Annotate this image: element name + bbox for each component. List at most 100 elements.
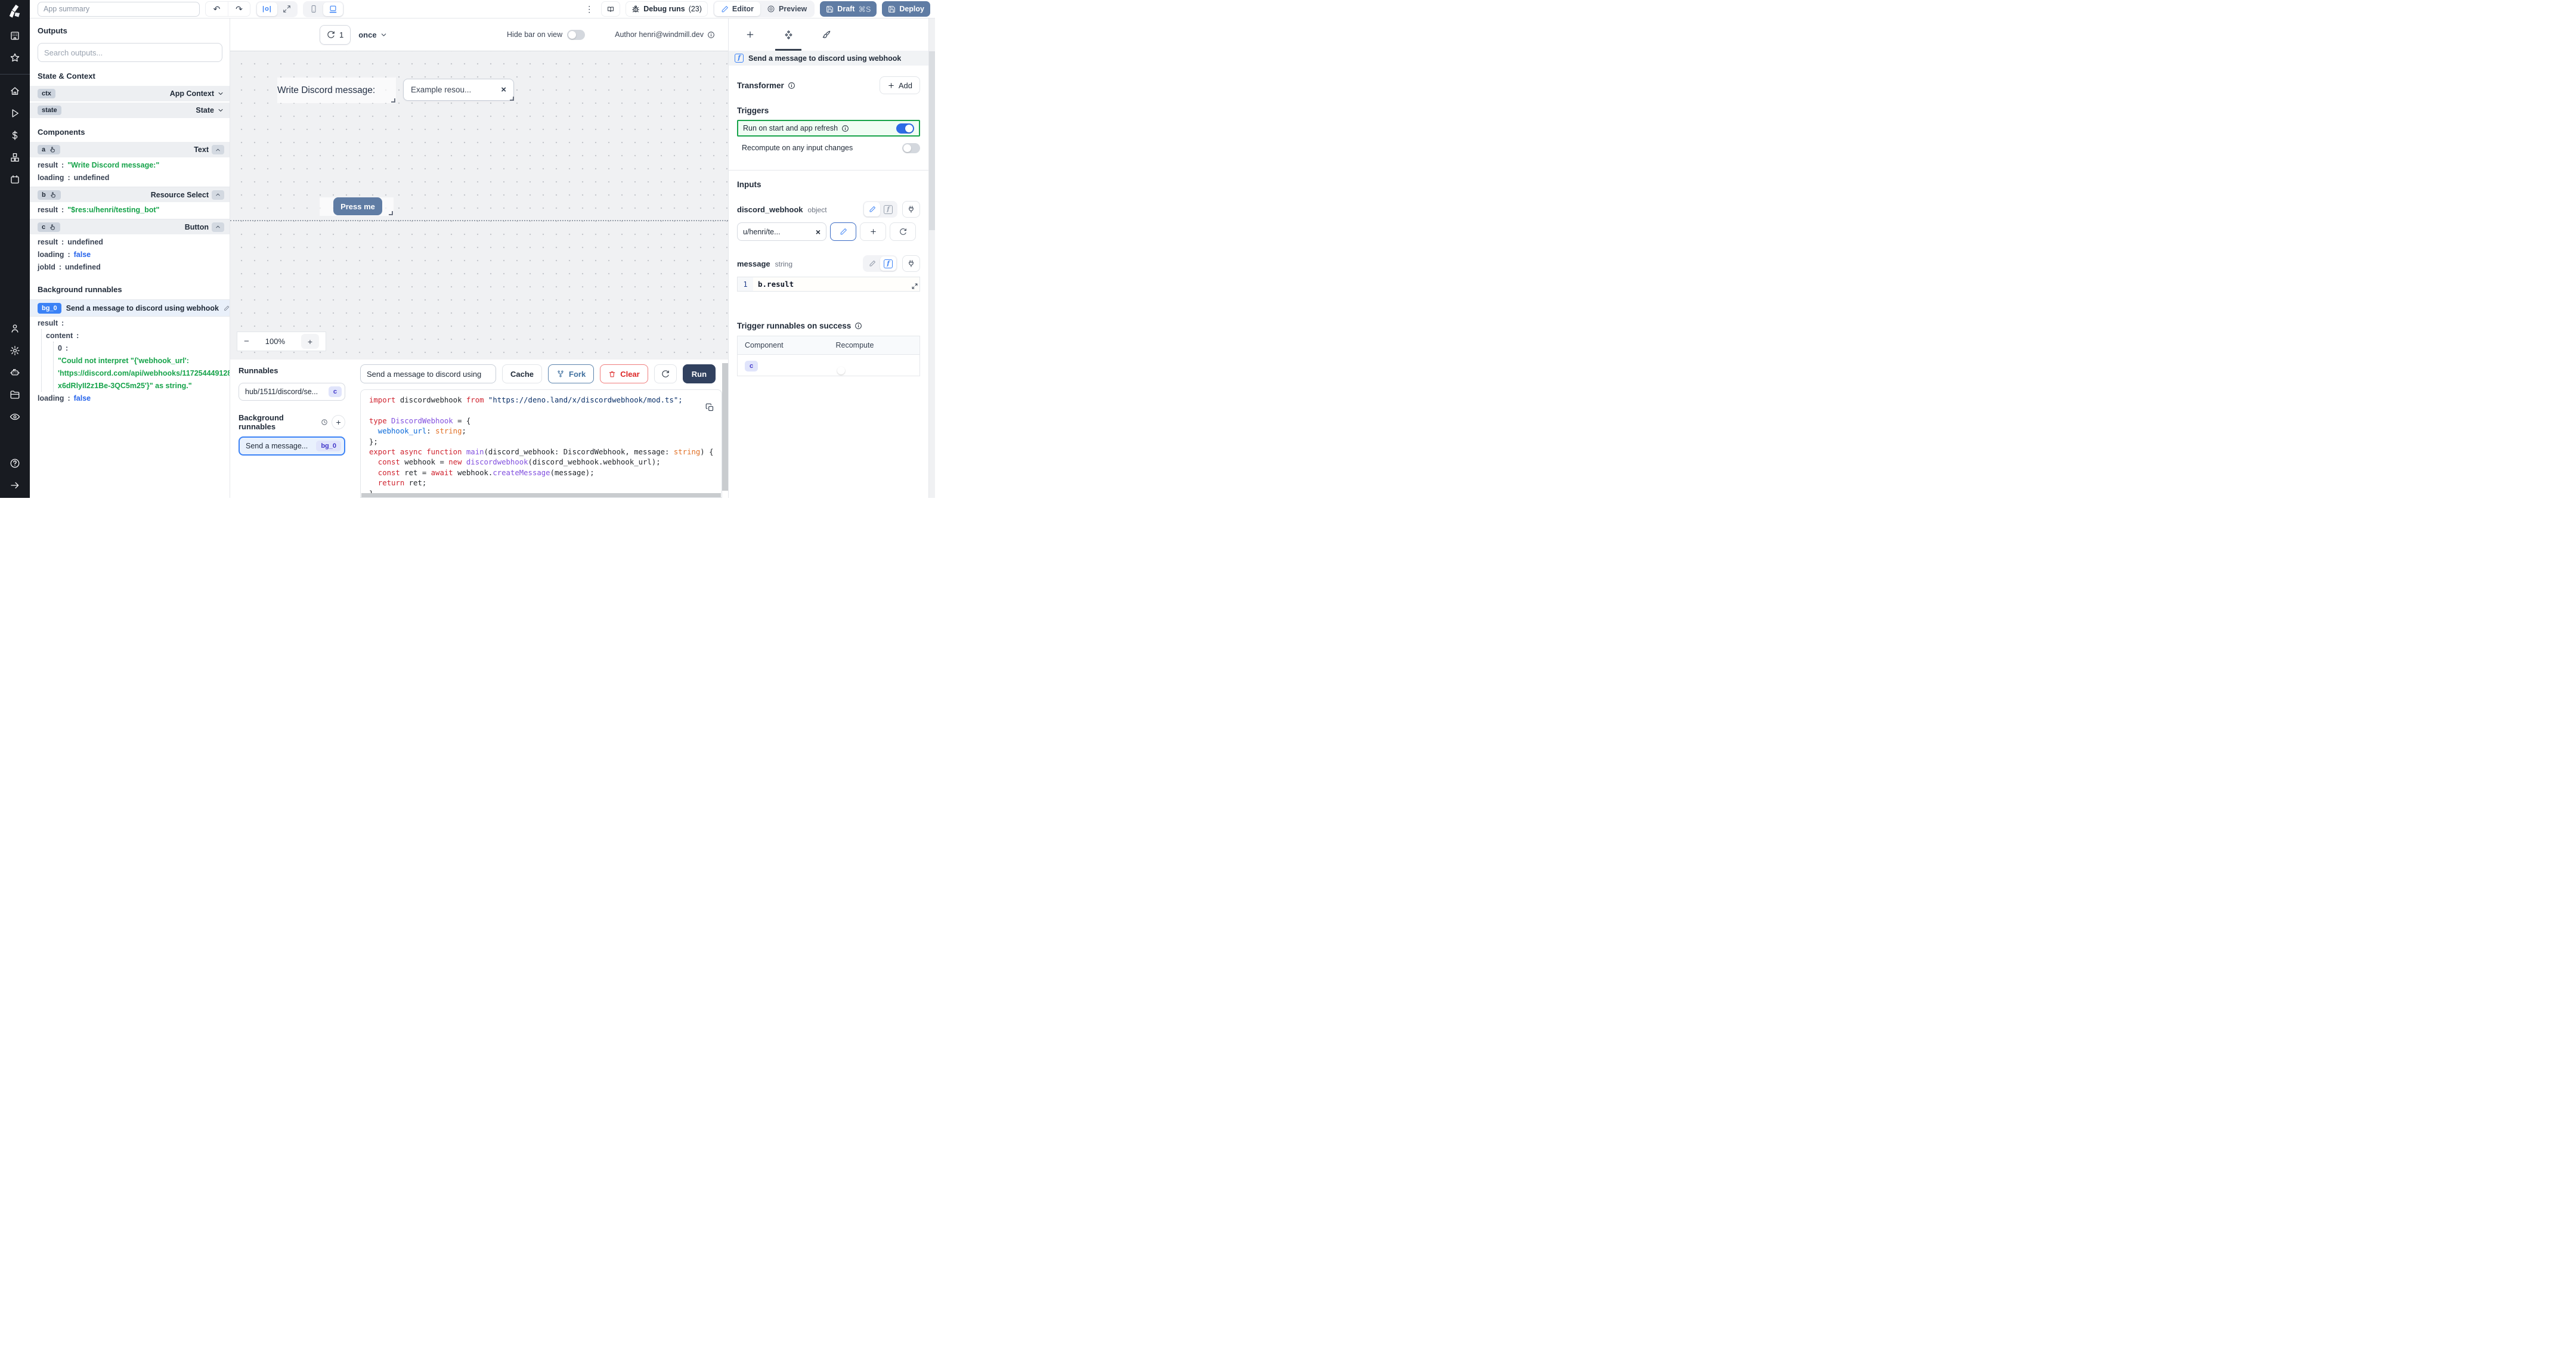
app-summary-input[interactable]	[38, 1, 200, 17]
run-mode-select[interactable]: once	[358, 30, 387, 39]
runnable-name-input[interactable]	[360, 364, 496, 383]
tab-insert[interactable]	[731, 18, 769, 51]
variables-dollar-icon[interactable]	[10, 130, 20, 141]
background-runnable-row[interactable]: bg_0 Send a message to discord using web…	[30, 299, 230, 317]
component-row-a[interactable]: a Text	[30, 142, 230, 159]
clear-selection-icon[interactable]: ×	[501, 85, 506, 95]
edit-resource-button[interactable]	[830, 222, 856, 241]
workers-robot-icon[interactable]	[10, 367, 20, 378]
help-icon[interactable]	[10, 458, 20, 469]
tab-theme[interactable]	[807, 18, 846, 51]
windmill-logo-icon[interactable]	[7, 4, 23, 19]
edit-pencil-icon[interactable]	[224, 305, 230, 311]
code-editor[interactable]: import discordwebhook from "https://deno…	[360, 389, 722, 498]
left-icon-rail	[0, 0, 30, 498]
user-icon[interactable]	[10, 323, 20, 334]
run-on-start-toggle[interactable]	[896, 123, 914, 134]
more-menu-button[interactable]: ⋮	[583, 4, 596, 14]
refresh-code-button[interactable]	[654, 364, 677, 383]
settings-gear-icon[interactable]	[10, 345, 20, 356]
tab-settings[interactable]	[769, 18, 807, 51]
resource-select-component[interactable]: Example resou... ×	[403, 79, 514, 101]
clear-button[interactable]: Clear	[600, 364, 648, 383]
search-outputs-input[interactable]	[38, 43, 222, 62]
eval-mode-button[interactable]: f	[880, 202, 896, 216]
tab-preview[interactable]: Preview	[760, 2, 813, 16]
connect-plug-button[interactable]	[902, 255, 920, 272]
workspace-icon[interactable]	[10, 30, 20, 41]
resize-handle[interactable]	[391, 98, 395, 103]
horizontal-scrollbar[interactable]	[361, 493, 721, 497]
recompute-label: Recompute on any input changes	[742, 144, 853, 152]
chevron-down-icon[interactable]	[217, 90, 224, 97]
resource-picker-select[interactable]: u/henri/te... ×	[737, 222, 826, 241]
hide-bar-toggle[interactable]	[567, 29, 586, 40]
favorites-star-icon[interactable]	[10, 52, 20, 63]
background-runnables-title: Background runnables	[38, 285, 122, 294]
zoom-out-button[interactable]: −	[244, 336, 249, 346]
hide-bar-label: Hide bar on view	[507, 30, 563, 39]
schedules-calendar-icon[interactable]	[10, 174, 20, 185]
function-icon: f	[884, 259, 893, 268]
output-row-ctx[interactable]: ctx App Context	[30, 86, 230, 103]
message-expression-editor[interactable]: 1 b.result	[737, 277, 920, 292]
resize-handle[interactable]	[389, 211, 393, 215]
runnable-item-bg0-selected[interactable]: Send a message... bg_0	[239, 436, 345, 456]
draft-button[interactable]: Draft ⌘S	[820, 1, 877, 17]
static-edit-mode-button[interactable]	[864, 256, 880, 271]
redo-button[interactable]: ↷	[228, 2, 250, 16]
collapse-c-button[interactable]	[212, 222, 224, 232]
refresh-resource-button[interactable]	[890, 222, 916, 241]
output-row-state[interactable]: state State	[30, 103, 230, 119]
editor-vertical-scrollbar[interactable]	[722, 360, 728, 498]
collapse-a-button[interactable]	[212, 145, 224, 154]
zoom-in-button[interactable]: +	[301, 334, 319, 349]
expand-rail-arrow-icon[interactable]	[10, 480, 20, 491]
chevron-down-icon[interactable]	[217, 107, 224, 114]
page-scrollbar[interactable]	[928, 18, 935, 498]
home-icon[interactable]	[10, 86, 20, 97]
button-component[interactable]: Press me	[320, 197, 394, 216]
runnable-item-hub[interactable]: hub/1511/discord/se... c	[239, 383, 345, 401]
desktop-view-button[interactable]	[323, 2, 343, 16]
code-content[interactable]: import discordwebhook from "https://deno…	[369, 395, 722, 497]
add-background-runnable-button[interactable]: +	[332, 415, 345, 429]
add-resource-button[interactable]	[860, 222, 886, 241]
fullscreen-button[interactable]	[277, 2, 296, 16]
cache-button[interactable]: Cache	[502, 364, 543, 383]
collapse-b-button[interactable]	[212, 190, 224, 200]
docs-button[interactable]	[601, 1, 621, 17]
app-canvas[interactable]: Write Discord message: Example resou... …	[230, 51, 728, 360]
copy-icon[interactable]	[705, 403, 714, 412]
runs-play-icon[interactable]	[10, 108, 20, 119]
add-transformer-button[interactable]: Add	[879, 76, 920, 94]
center-align-button[interactable]: |o|	[257, 2, 277, 16]
runnable-hub-badge: c	[328, 386, 342, 397]
tab-editor[interactable]: Editor	[714, 2, 761, 16]
press-me-button[interactable]: Press me	[333, 197, 382, 215]
connect-plug-button[interactable]	[902, 201, 920, 218]
run-button[interactable]: Run	[682, 364, 716, 383]
component-b-badge: b	[42, 191, 46, 199]
bg0-badge: bg_0	[38, 302, 61, 314]
expand-editor-icon[interactable]	[911, 283, 918, 290]
debug-runs-button[interactable]: Debug runs (23)	[626, 1, 708, 17]
component-row-b[interactable]: b Resource Select	[30, 187, 230, 203]
deploy-button[interactable]: Deploy	[882, 1, 930, 17]
audit-eye-icon[interactable]	[10, 411, 20, 422]
canvas-toolbar: 1 once Hide bar on view Author henri@win…	[230, 18, 728, 51]
static-edit-mode-button[interactable]	[864, 202, 880, 216]
folders-icon[interactable]	[10, 389, 20, 400]
eval-mode-button[interactable]: f	[880, 256, 896, 271]
text-component[interactable]: Write Discord message:	[277, 78, 396, 103]
resources-cubes-icon[interactable]	[10, 152, 20, 163]
component-row-c[interactable]: c Button	[30, 219, 230, 236]
resize-handle[interactable]	[510, 97, 514, 101]
fork-button[interactable]: Fork	[548, 364, 595, 383]
mobile-view-button[interactable]	[304, 2, 323, 16]
refresh-count-button[interactable]: 1	[320, 24, 351, 45]
recompute-toggle[interactable]	[902, 143, 920, 153]
undo-button[interactable]: ↶	[206, 2, 228, 16]
clear-resource-icon[interactable]: ×	[816, 227, 821, 237]
runnable-hub-label: hub/1511/discord/se...	[245, 388, 318, 396]
